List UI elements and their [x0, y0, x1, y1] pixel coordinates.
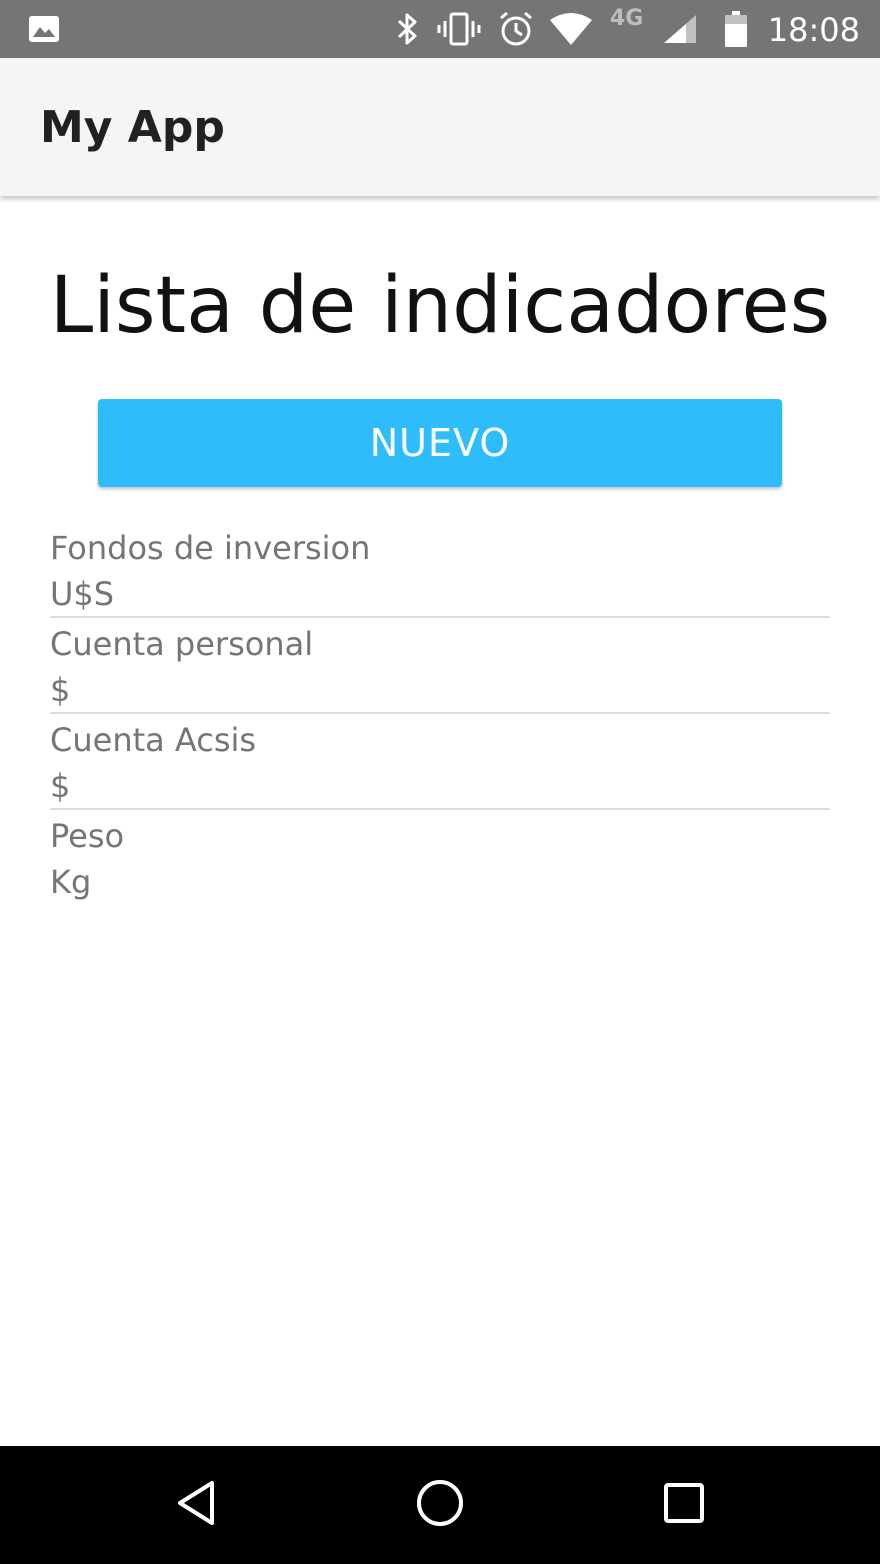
indicator-unit: Kg — [50, 863, 92, 901]
indicator-list: Fondos de inversion U$S Cuenta personal … — [50, 522, 830, 904]
back-icon — [174, 1479, 218, 1532]
new-indicator-button[interactable]: NUEVO — [98, 399, 782, 487]
alarm-icon — [496, 0, 536, 58]
bluetooth-icon — [392, 0, 424, 58]
recents-button[interactable] — [624, 1446, 744, 1564]
page-title: Lista de indicadores — [49, 261, 831, 351]
network-type-label: 4G — [610, 6, 644, 31]
app-title: My App — [40, 102, 225, 153]
indicator-name: Cuenta personal — [50, 625, 314, 663]
indicator-unit: U$S — [50, 575, 115, 613]
indicator-name: Fondos de inversion — [50, 529, 371, 567]
wifi-icon — [548, 0, 594, 58]
indicator-name: Peso — [50, 817, 125, 855]
list-item[interactable]: Fondos de inversion U$S — [50, 522, 830, 618]
indicator-unit: $ — [50, 671, 71, 709]
recents-icon — [662, 1481, 706, 1530]
battery-icon — [722, 0, 750, 58]
navigation-bar — [0, 1446, 880, 1564]
signal-icon — [660, 0, 700, 58]
indicator-name: Cuenta Acsis — [50, 721, 257, 759]
app-bar: My App — [0, 58, 880, 196]
home-icon — [415, 1478, 465, 1533]
status-time: 18:08 — [767, 11, 860, 49]
list-item[interactable]: Cuenta personal $ — [50, 618, 830, 714]
image-icon — [26, 0, 62, 58]
status-bar: 4G 18:08 — [0, 0, 880, 58]
back-button[interactable] — [136, 1446, 256, 1564]
home-button[interactable] — [380, 1446, 500, 1564]
indicator-unit: $ — [50, 767, 71, 805]
vibrate-icon — [436, 0, 482, 58]
list-item[interactable]: Cuenta Acsis $ — [50, 714, 830, 810]
list-item[interactable]: Peso Kg — [50, 810, 830, 904]
